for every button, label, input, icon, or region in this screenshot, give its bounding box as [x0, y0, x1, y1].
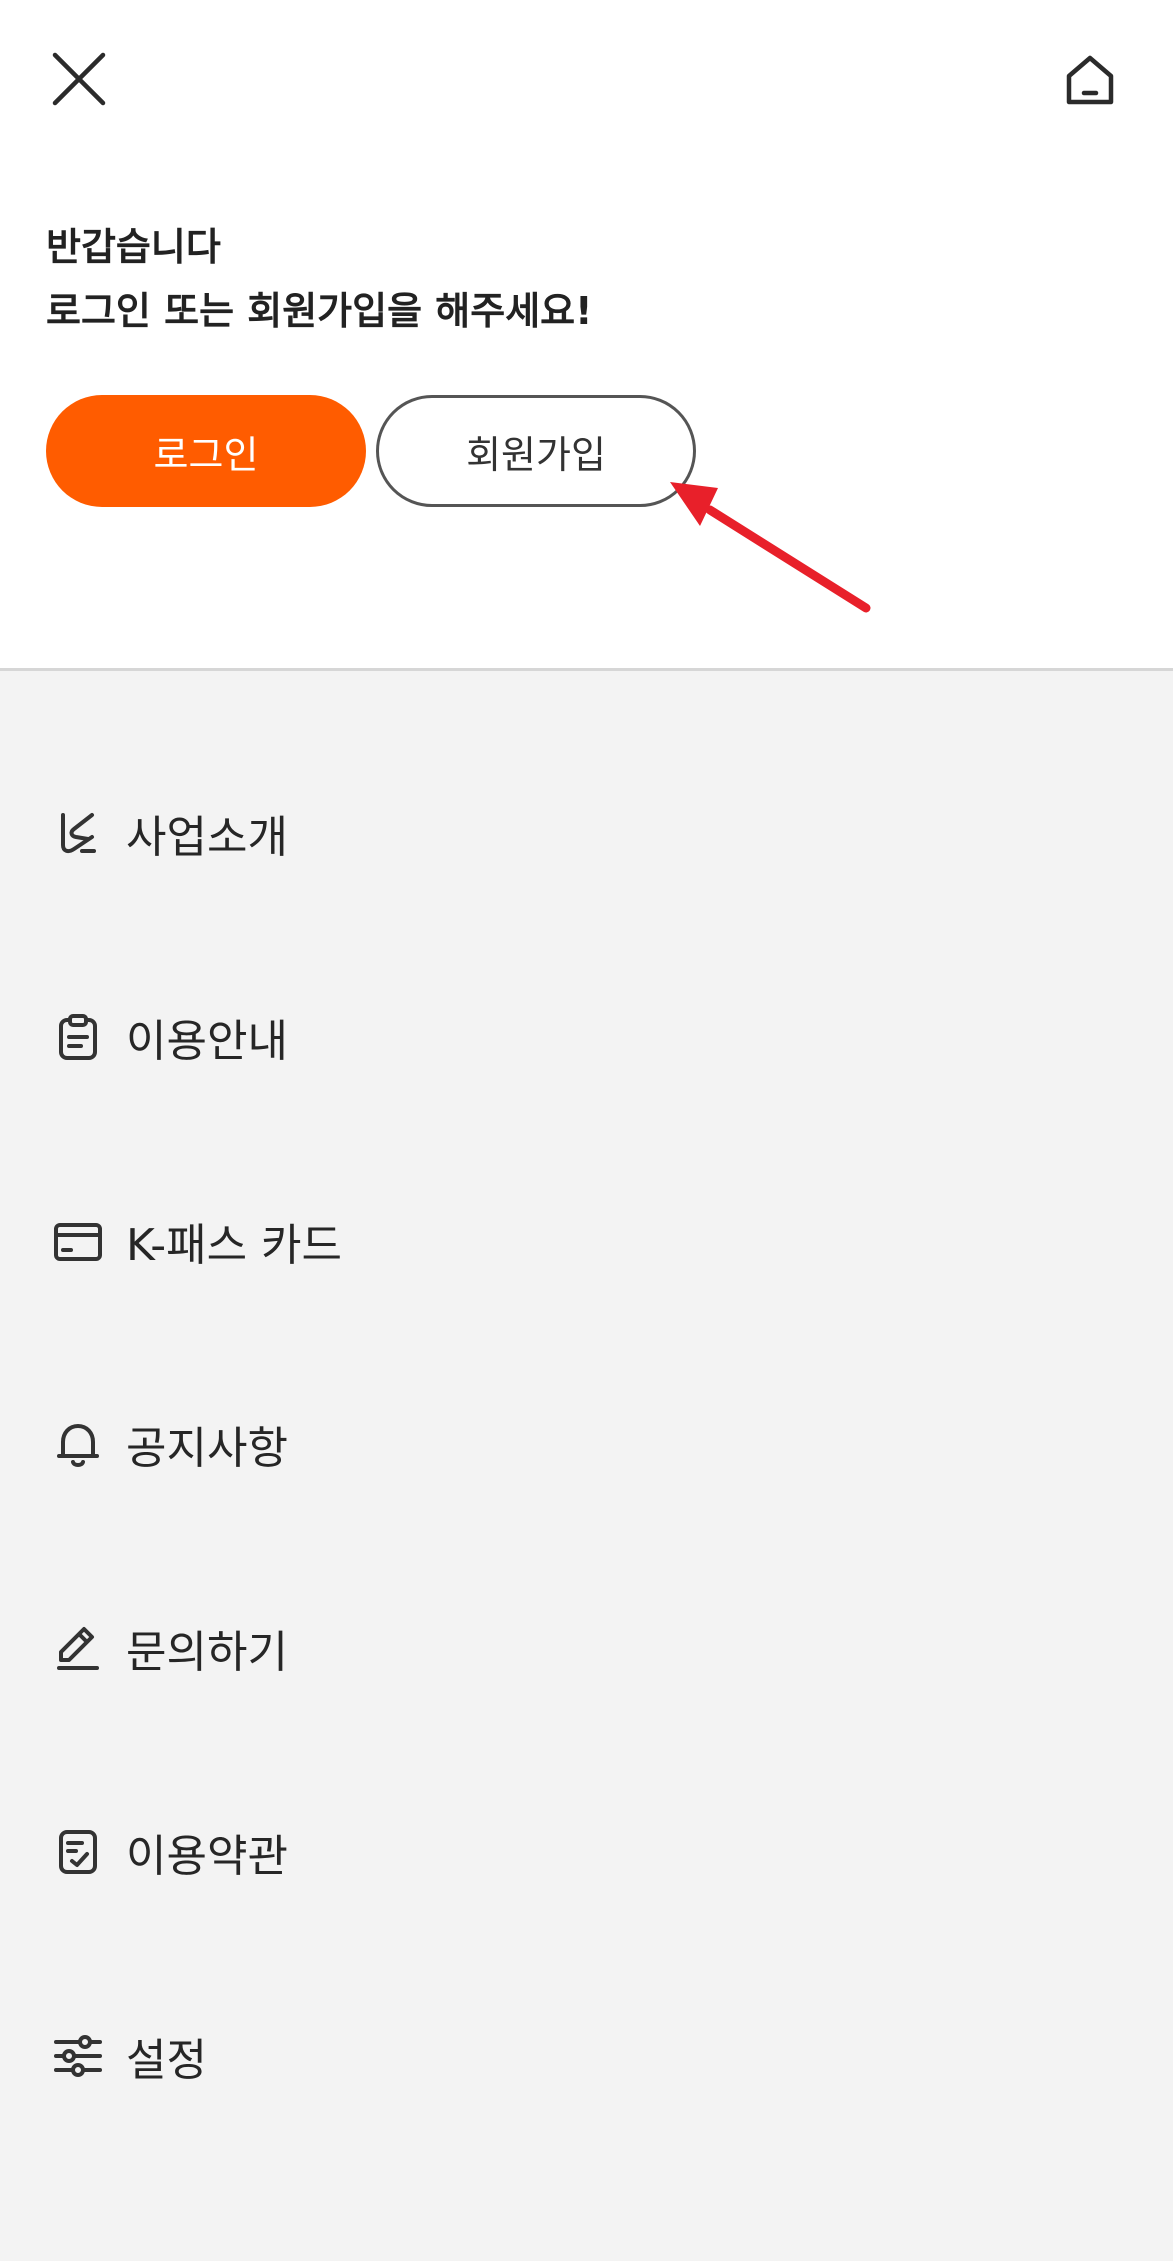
menu-item-label: 설정 [126, 2035, 207, 2086]
welcome-title: 반갑습니다 [46, 225, 221, 269]
pencil-icon [57, 1627, 99, 1670]
menu-item-business-intro[interactable]: 사업소개 [0, 773, 1173, 893]
sliders-icon [54, 2035, 102, 2077]
top-panel: 반갑습니다 로그인 또는 회원가입을 해주세요! 로그인 회원가입 [0, 0, 1173, 671]
menu-item-label: 문의하기 [126, 1627, 288, 1678]
menu-item-settings[interactable]: 설정 [0, 1996, 1173, 2116]
menu-item-kpass-card[interactable]: K-패스 카드 [0, 1181, 1173, 1301]
menu-item-inquiry[interactable]: 문의하기 [0, 1588, 1173, 1708]
welcome-subtitle: 로그인 또는 회원가입을 해주세요! [46, 289, 593, 333]
menu-item-label: 사업소개 [126, 812, 288, 863]
card-icon [54, 1223, 102, 1261]
menu-item-notices[interactable]: 공지사항 [0, 1384, 1173, 1504]
menu-item-label: 공지사항 [126, 1423, 288, 1474]
bell-icon [57, 1424, 99, 1467]
menu-item-usage-guide[interactable]: 이용안내 [0, 977, 1173, 1097]
home-icon[interactable] [1060, 50, 1120, 110]
menu-item-label: 이용안내 [126, 1016, 288, 1067]
document-check-icon [59, 1830, 97, 1874]
close-icon[interactable] [46, 46, 112, 112]
login-button[interactable]: 로그인 [46, 395, 366, 507]
menu-item-label: 이용약관 [126, 1831, 288, 1882]
annotation-arrow [670, 482, 871, 613]
menu-item-label: K-패스 카드 [126, 1220, 343, 1271]
menu-item-terms[interactable]: 이용약관 [0, 1792, 1173, 1912]
logo-k-icon [61, 813, 96, 854]
clipboard-icon [59, 1014, 97, 1060]
side-menu: 사업소개 이용안내 K-패스 카드 공지사항 문의하기 이용약관 설정 [0, 671, 1173, 2261]
